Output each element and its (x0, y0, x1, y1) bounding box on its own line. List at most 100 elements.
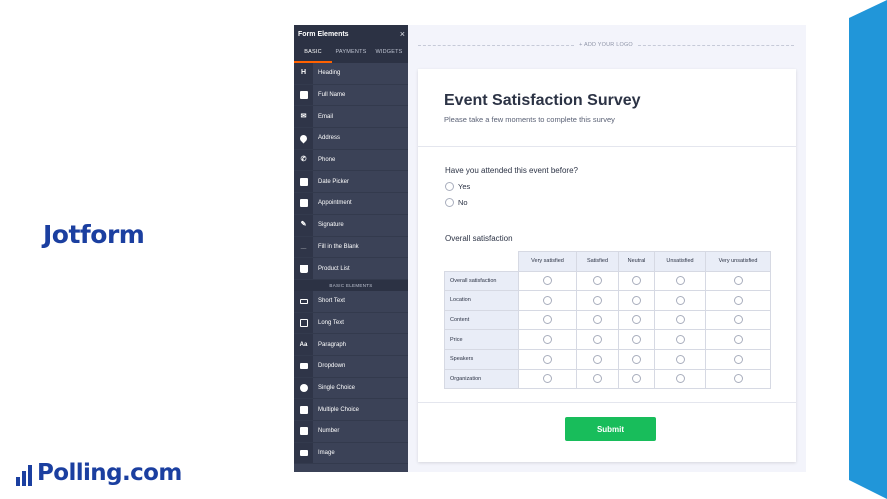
radio-button[interactable] (675, 315, 685, 325)
element-short-text[interactable]: Short Text (294, 290, 408, 313)
element-label: Full Name (318, 92, 346, 99)
matrix-cell[interactable] (705, 290, 771, 311)
tab-payments[interactable]: PAYMENTS (332, 43, 370, 63)
element-number[interactable]: Number (294, 421, 408, 443)
matrix-cell[interactable] (618, 348, 655, 370)
matrix-cell[interactable] (705, 348, 771, 370)
radio-button[interactable] (543, 334, 552, 344)
matrix-cell[interactable] (654, 270, 706, 292)
matrix-cell[interactable] (518, 309, 577, 331)
panel-tabs: BASIC PAYMENTS WIDGETS (294, 43, 408, 63)
element-long-text[interactable]: Long Text (294, 312, 408, 335)
radio-button[interactable] (593, 334, 602, 344)
matrix-cell[interactable] (618, 309, 655, 331)
tab-basic[interactable]: BASIC (294, 43, 332, 63)
matrix-cell[interactable] (518, 368, 577, 390)
add-logo-row[interactable]: + ADD YOUR LOGO (418, 40, 795, 50)
form-subtitle[interactable]: Please take a few moments to complete th… (444, 115, 615, 124)
matrix-cell[interactable] (618, 329, 655, 350)
element-full-name[interactable]: Full Name (294, 84, 408, 107)
element-dropdown[interactable]: Dropdown (294, 355, 408, 378)
radio-button[interactable] (675, 334, 685, 344)
radio-button[interactable] (632, 315, 641, 325)
radio-button[interactable] (593, 315, 602, 325)
matrix-row-label: Overall satisfaction (444, 270, 519, 292)
matrix-cell[interactable] (576, 348, 619, 370)
matrix-cell[interactable] (618, 368, 655, 390)
submit-button[interactable]: Submit (565, 417, 656, 441)
cart-icon (294, 258, 313, 279)
matrix-cell[interactable] (518, 348, 577, 370)
tab-widgets[interactable]: WIDGETS (370, 43, 408, 63)
option-yes[interactable]: Yes (445, 182, 470, 191)
radio-button[interactable] (445, 182, 454, 191)
radio-button[interactable] (593, 354, 602, 364)
radio-button[interactable] (632, 374, 641, 384)
matrix-cell[interactable] (705, 309, 771, 331)
element-label: Paragraph (318, 341, 347, 348)
matrix-cell[interactable] (576, 329, 619, 350)
element-paragraph[interactable]: Aa Paragraph (294, 334, 408, 356)
radio-button[interactable] (593, 276, 602, 286)
radio-button[interactable] (733, 354, 743, 364)
radio-button[interactable] (543, 354, 552, 364)
element-date-picker[interactable]: Date Picker (294, 171, 408, 194)
radio-button[interactable] (675, 374, 685, 384)
matrix-cell[interactable] (654, 348, 706, 370)
radio-button[interactable] (593, 295, 602, 305)
matrix-cell[interactable] (518, 290, 577, 311)
element-phone[interactable]: ✆ Phone (294, 149, 408, 172)
element-multiple-choice[interactable]: Multiple Choice (294, 399, 408, 421)
matrix-cell[interactable] (576, 290, 619, 311)
element-address[interactable]: Address (294, 128, 408, 150)
radio-button[interactable] (675, 276, 685, 286)
element-image[interactable]: Image (294, 442, 408, 465)
radio-button[interactable] (543, 276, 552, 286)
matrix-cell[interactable] (576, 270, 619, 292)
map-pin-icon (294, 128, 313, 149)
radio-button[interactable] (733, 276, 743, 286)
matrix-cell[interactable] (618, 270, 655, 292)
matrix-cell[interactable] (518, 329, 577, 350)
radio-button[interactable] (445, 198, 454, 207)
question-satisfaction-label[interactable]: Overall satisfaction (445, 234, 513, 243)
envelope-icon: ✉ (294, 106, 313, 128)
radio-button[interactable] (632, 295, 641, 305)
radio-button[interactable] (733, 295, 743, 305)
radio-button[interactable] (543, 374, 552, 384)
radio-button[interactable] (632, 334, 641, 344)
matrix-cell[interactable] (654, 309, 706, 331)
element-single-choice[interactable]: Single Choice (294, 377, 408, 400)
form-title[interactable]: Event Satisfaction Survey (444, 92, 641, 110)
element-heading[interactable]: H Heading (294, 63, 408, 85)
element-product-list[interactable]: Product List (294, 258, 408, 280)
radio-button[interactable] (675, 295, 685, 305)
matrix-cell[interactable] (654, 329, 706, 350)
radio-button[interactable] (733, 374, 743, 384)
option-no[interactable]: No (445, 198, 468, 207)
matrix-cell[interactable] (654, 368, 706, 390)
element-signature[interactable]: ✎ Signature (294, 214, 408, 237)
element-fill-in-the-blank[interactable]: __ Fill in the Blank (294, 236, 408, 259)
radio-button[interactable] (632, 276, 641, 286)
matrix-cell[interactable] (576, 368, 619, 390)
radio-button[interactable] (593, 374, 602, 384)
radio-button[interactable] (543, 315, 552, 325)
radio-button[interactable] (733, 334, 743, 344)
radio-button[interactable] (543, 295, 552, 305)
matrix-cell[interactable] (654, 290, 706, 311)
element-appointment[interactable]: Appointment (294, 193, 408, 215)
matrix-cell[interactable] (705, 368, 771, 390)
radio-button[interactable] (733, 315, 743, 325)
add-logo-link[interactable]: + ADD YOUR LOGO (574, 42, 638, 48)
matrix-cell[interactable] (618, 290, 655, 311)
matrix-cell[interactable] (518, 270, 577, 292)
radio-button[interactable] (632, 354, 641, 364)
matrix-cell[interactable] (705, 270, 771, 292)
radio-button[interactable] (675, 354, 685, 364)
question-attended-label[interactable]: Have you attended this event before? (445, 166, 578, 175)
matrix-cell[interactable] (576, 309, 619, 331)
element-email[interactable]: ✉ Email (294, 106, 408, 129)
matrix-cell[interactable] (705, 329, 771, 350)
close-icon[interactable]: × (400, 29, 405, 39)
